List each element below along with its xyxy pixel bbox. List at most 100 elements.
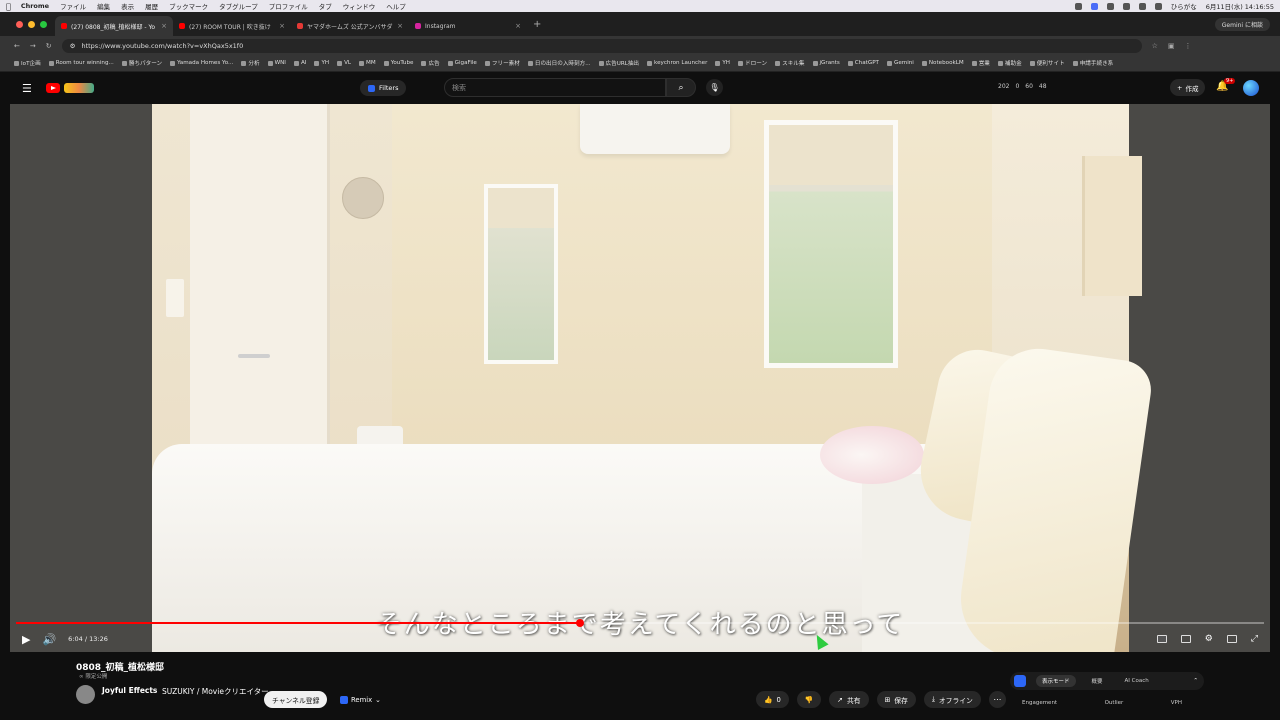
bookmark-item[interactable]: 補助金 — [997, 59, 1022, 67]
segment-display-mode[interactable]: 表示モード — [1036, 675, 1076, 687]
extension-logo-icon[interactable] — [1014, 675, 1026, 687]
extensions-icon[interactable]: ▣ — [1168, 42, 1175, 50]
subscribe-button[interactable]: チャンネル登録 — [264, 691, 328, 708]
channel-name[interactable]: Joyful Effects — [102, 686, 157, 695]
menu-bookmarks[interactable]: ブックマーク — [169, 1, 208, 11]
channel-avatar[interactable] — [76, 685, 95, 704]
close-tab-icon[interactable]: × — [161, 22, 167, 30]
bookmark-item[interactable]: 勝ちパターン — [121, 59, 162, 67]
more-options-icon[interactable]: ⋯ — [988, 691, 1006, 708]
status-icon[interactable] — [1106, 2, 1114, 10]
bookmark-item[interactable]: YH — [314, 60, 329, 66]
browser-tab[interactable]: (27) ROOM TOUR | 吹き抜け × — [173, 16, 291, 36]
subtitles-icon[interactable] — [1180, 635, 1191, 643]
extension-player-icon[interactable] — [1156, 635, 1167, 643]
bookmark-item[interactable]: 日の出日の入時刻方... — [527, 59, 591, 67]
reload-icon[interactable]: ↻ — [46, 42, 52, 50]
bookmark-item[interactable]: 分析 — [241, 59, 260, 67]
menu-edit[interactable]: 編集 — [97, 1, 110, 11]
settings-gear-icon[interactable]: ⚙ — [1205, 634, 1213, 644]
battery-icon[interactable] — [1154, 2, 1162, 10]
input-method-indicator[interactable]: ひらがな — [1171, 1, 1197, 11]
menu-profiles[interactable]: プロファイル — [269, 1, 308, 11]
bookmark-star-icon[interactable]: ☆ — [1152, 42, 1158, 50]
bookmark-item[interactable]: VL — [337, 60, 351, 66]
progress-bar[interactable] — [16, 619, 1264, 627]
dislike-button[interactable]: 👎 — [796, 691, 822, 708]
menu-app-name[interactable]: Chrome — [21, 2, 49, 10]
menu-tab[interactable]: タブ — [319, 1, 332, 11]
collapse-chevron-icon[interactable]: ⌃ — [1193, 678, 1198, 684]
microphone-icon[interactable]: 🎙 — [706, 79, 723, 96]
gemini-button[interactable]: Gemini に相談 — [1214, 17, 1270, 31]
bookmark-item[interactable]: GigaFile — [447, 60, 477, 66]
menu-window[interactable]: ウィンドウ — [343, 1, 376, 11]
menu-history[interactable]: 履歴 — [145, 1, 158, 11]
bookmark-item[interactable]: MM — [359, 60, 376, 66]
play-icon[interactable]: ▶ — [22, 633, 30, 646]
youtube-logo-icon[interactable] — [45, 83, 60, 93]
bookmark-item[interactable]: IoT企画 — [14, 59, 41, 67]
video-player[interactable]: そんなところまで考えてくれるのと思って ▶ 🔊 6:04 / 13:26 ⚙ ⤢ — [10, 104, 1270, 652]
new-tab-button[interactable]: + — [533, 19, 541, 30]
bookmark-item[interactable]: keychron Launcher — [647, 60, 707, 66]
bookmark-item[interactable]: AI — [293, 60, 306, 66]
menu-bar-clock[interactable]: 6月11日(水) 14:16:55 — [1206, 1, 1274, 11]
wifi-icon[interactable] — [1138, 2, 1146, 10]
browser-tab[interactable]: (27) 0808_初稿_植松様邸 - Yo × — [55, 16, 173, 36]
bookmark-item[interactable]: YouTube — [383, 60, 413, 66]
search-input[interactable]: 検索 — [444, 78, 666, 97]
fullscreen-icon[interactable]: ⤢ — [1251, 634, 1258, 644]
menu-dots-icon[interactable]: ⋮ — [1185, 42, 1192, 50]
menu-help[interactable]: ヘルプ — [386, 1, 406, 11]
back-icon[interactable]: ← — [14, 42, 20, 50]
share-button[interactable]: ↗ 共有 — [829, 691, 869, 708]
address-bar[interactable]: ⚙ https://www.youtube.com/watch?v=vXhQax… — [61, 38, 1142, 53]
segment-overview[interactable]: 概要 — [1086, 675, 1109, 687]
menu-tab-groups[interactable]: タブグループ — [219, 1, 258, 11]
bookmark-item[interactable]: 広告 — [421, 59, 440, 67]
bookmark-item[interactable]: ドローン — [738, 59, 767, 67]
close-tab-icon[interactable]: × — [515, 22, 521, 30]
bookmark-item[interactable]: ChatGPT — [847, 60, 879, 66]
apple-icon[interactable]:  — [6, 2, 11, 11]
bookmark-item[interactable]: 営業 — [971, 59, 990, 67]
bookmark-item[interactable]: NotebookLM — [921, 60, 964, 66]
hamburger-menu-icon[interactable]: ☰ — [22, 82, 32, 95]
youtube-doodle-logo[interactable] — [63, 83, 94, 93]
site-info-icon[interactable]: ⚙ — [70, 42, 76, 50]
menu-view[interactable]: 表示 — [121, 1, 134, 11]
close-tab-icon[interactable]: × — [279, 22, 285, 30]
progress-scrubber[interactable] — [575, 619, 584, 627]
bookmark-item[interactable]: フリー素材 — [484, 59, 520, 67]
create-button[interactable]: + 作成 — [1170, 79, 1206, 96]
url-text[interactable]: https://www.youtube.com/watch?v=vXhQax5x… — [81, 42, 243, 50]
bookmark-item[interactable]: Yamada Homes Yo... — [170, 60, 233, 66]
status-icon[interactable] — [1074, 2, 1082, 10]
like-button[interactable]: 👍 0 — [756, 691, 789, 708]
account-avatar[interactable] — [1243, 80, 1259, 96]
browser-tab[interactable]: Instagram × — [409, 16, 527, 36]
bookmark-item[interactable]: 広告URL抽出 — [598, 59, 639, 67]
segment-ai-coach[interactable]: AI Coach — [1119, 676, 1155, 686]
save-button[interactable]: ⊞ 保存 — [876, 691, 916, 708]
volume-icon[interactable]: 🔊 — [42, 633, 56, 646]
filters-button[interactable]: Filters — [360, 80, 407, 96]
bookmark-item[interactable]: jGrants — [812, 60, 840, 66]
minimize-window-button[interactable] — [28, 20, 35, 28]
bookmark-item[interactable]: YH — [715, 60, 730, 66]
offline-button[interactable]: ⤓ オフライン — [923, 691, 981, 708]
bookmark-item[interactable]: スキル集 — [775, 59, 805, 67]
forward-icon[interactable]: → — [30, 42, 36, 50]
zoom-window-button[interactable] — [40, 20, 47, 28]
bookmark-item[interactable]: Room tour winning... — [48, 60, 114, 66]
close-tab-icon[interactable]: × — [397, 22, 403, 30]
theater-mode-icon[interactable] — [1226, 635, 1237, 643]
menu-file[interactable]: ファイル — [60, 1, 86, 11]
status-icon[interactable] — [1090, 2, 1098, 10]
browser-tab[interactable]: ヤマダホームズ 公式アンバサダー × — [291, 16, 409, 36]
bookmark-item[interactable]: WNI — [267, 60, 286, 66]
bookmark-item[interactable]: 申請手続き系 — [1072, 59, 1113, 67]
remix-button[interactable]: Remix ⌄ — [334, 692, 387, 707]
search-icon[interactable]: ⌕ — [666, 78, 696, 97]
